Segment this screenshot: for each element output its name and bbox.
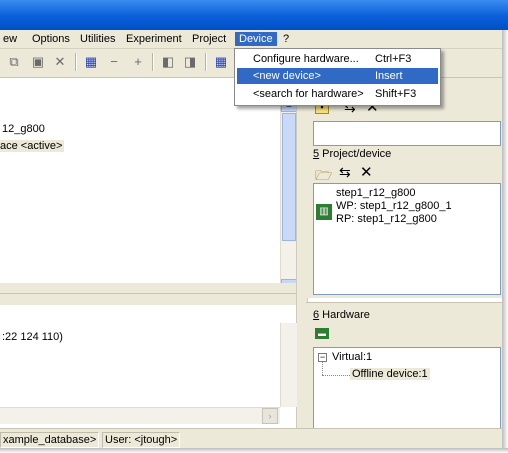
menu-bar: ew Options Utilities Experiment Project … (0, 30, 502, 49)
hardware-tree[interactable]: − Virtual:1 Offline device:1 (313, 347, 501, 429)
tree-line (322, 362, 324, 375)
left-panel-footer (0, 283, 296, 293)
window-shadow-right (502, 30, 508, 453)
menu-item-new-device[interactable]: <new device> Insert (237, 68, 438, 84)
left-panel-scrollbar[interactable]: ▲ ▼ (280, 96, 297, 295)
left-panel: 12_g800 ace <active> ▲ ▼ (0, 78, 297, 295)
menu-options[interactable]: Options (31, 32, 71, 46)
tree-root-virtual[interactable]: Virtual:1 (332, 351, 372, 363)
window-shadow-bottom (0, 448, 508, 453)
menu-item-label: <search for hardware> (253, 88, 364, 100)
right-top-list[interactable] (313, 121, 501, 146)
menu-item-search-hardware[interactable]: <search for hardware> Shift+F3 (237, 86, 438, 102)
menu-view[interactable]: ew (2, 32, 18, 46)
status-database: xample_database> (0, 432, 100, 448)
grid-add-icon[interactable]: ▦ (213, 54, 229, 70)
project-device-title: 5 Project/device (313, 148, 392, 160)
window-title-bar (0, 0, 508, 30)
menu-device[interactable]: Device (235, 32, 277, 46)
project-entry-1[interactable]: step1_r12_g800 (336, 187, 416, 199)
menu-help[interactable]: ? (282, 32, 290, 46)
copy-icon[interactable]: ⧉ (6, 54, 22, 70)
toolbar-separator (205, 53, 207, 71)
tree-collapse-icon[interactable]: − (318, 353, 327, 362)
left-lower-hscrollbar[interactable]: › (0, 407, 280, 424)
left-panel-active-row[interactable]: ace <active> (0, 140, 65, 152)
menu-item-configure-hardware[interactable]: Configure hardware... Ctrl+F3 (237, 51, 438, 67)
menu-item-label: Configure hardware... (253, 53, 359, 65)
db-right-icon[interactable]: ◨ (182, 54, 198, 70)
scroll-thumb[interactable] (282, 113, 296, 241)
left-lower-panel: :22 124 110) › (0, 305, 297, 424)
left-lower-line-1: :22 124 110) (2, 331, 63, 343)
menu-utilities[interactable]: Utilities (79, 32, 116, 46)
left-lower-scrollbar[interactable] (280, 323, 297, 407)
paste-icon[interactable]: ▣ (30, 54, 46, 70)
db-left-icon[interactable]: ◧ (160, 54, 176, 70)
device-menu-dropdown: Configure hardware... Ctrl+F3 <new devic… (234, 48, 441, 106)
grid-icon[interactable]: ▦ (83, 54, 99, 70)
device-icon: ▥ (316, 204, 332, 220)
project-entry-wp[interactable]: WP: step1_r12_g800_1 (336, 200, 452, 212)
delete-icon[interactable]: ✕ (52, 54, 68, 70)
hardware-panel: 6 Hardware ▬ − Virtual:1 Offline device:… (306, 302, 502, 429)
project-entry-rp[interactable]: RP: step1_r12_g800 (336, 213, 437, 225)
close-icon[interactable]: ✕ (360, 163, 373, 181)
menu-experiment[interactable]: Experiment (125, 32, 183, 46)
add-item-icon[interactable]: + (130, 54, 146, 70)
tree-child-offline-device[interactable]: Offline device:1 (350, 368, 430, 380)
hardware-title: 6 Hardware (313, 309, 370, 321)
menu-item-shortcut: Insert (375, 70, 403, 82)
left-panel-line-1: 12_g800 (2, 123, 45, 135)
hardware-icon[interactable]: ▬ (315, 328, 329, 339)
menu-item-shortcut: Shift+F3 (375, 88, 417, 100)
project-device-panel: 5 Project/device 🗁 ⇆ ✕ ▥ step1_r12_g800 … (306, 148, 502, 298)
menu-project[interactable]: Project (191, 32, 227, 46)
menu-item-label: <new device> (253, 70, 321, 82)
tree-line (322, 375, 350, 377)
scroll-right-icon[interactable]: › (262, 408, 278, 424)
remove-item-icon[interactable]: − (106, 54, 122, 70)
status-user: User: <jtough> (102, 432, 181, 448)
toolbar-separator (75, 53, 77, 71)
status-bar: xample_database> User: <jtough> (0, 428, 502, 449)
toolbar-separator (152, 53, 154, 71)
swap-icon[interactable]: ⇆ (339, 164, 351, 181)
menu-item-shortcut: Ctrl+F3 (375, 53, 412, 65)
project-device-list[interactable]: ▥ step1_r12_g800 WP: step1_r12_g800_1 RP… (313, 183, 501, 295)
